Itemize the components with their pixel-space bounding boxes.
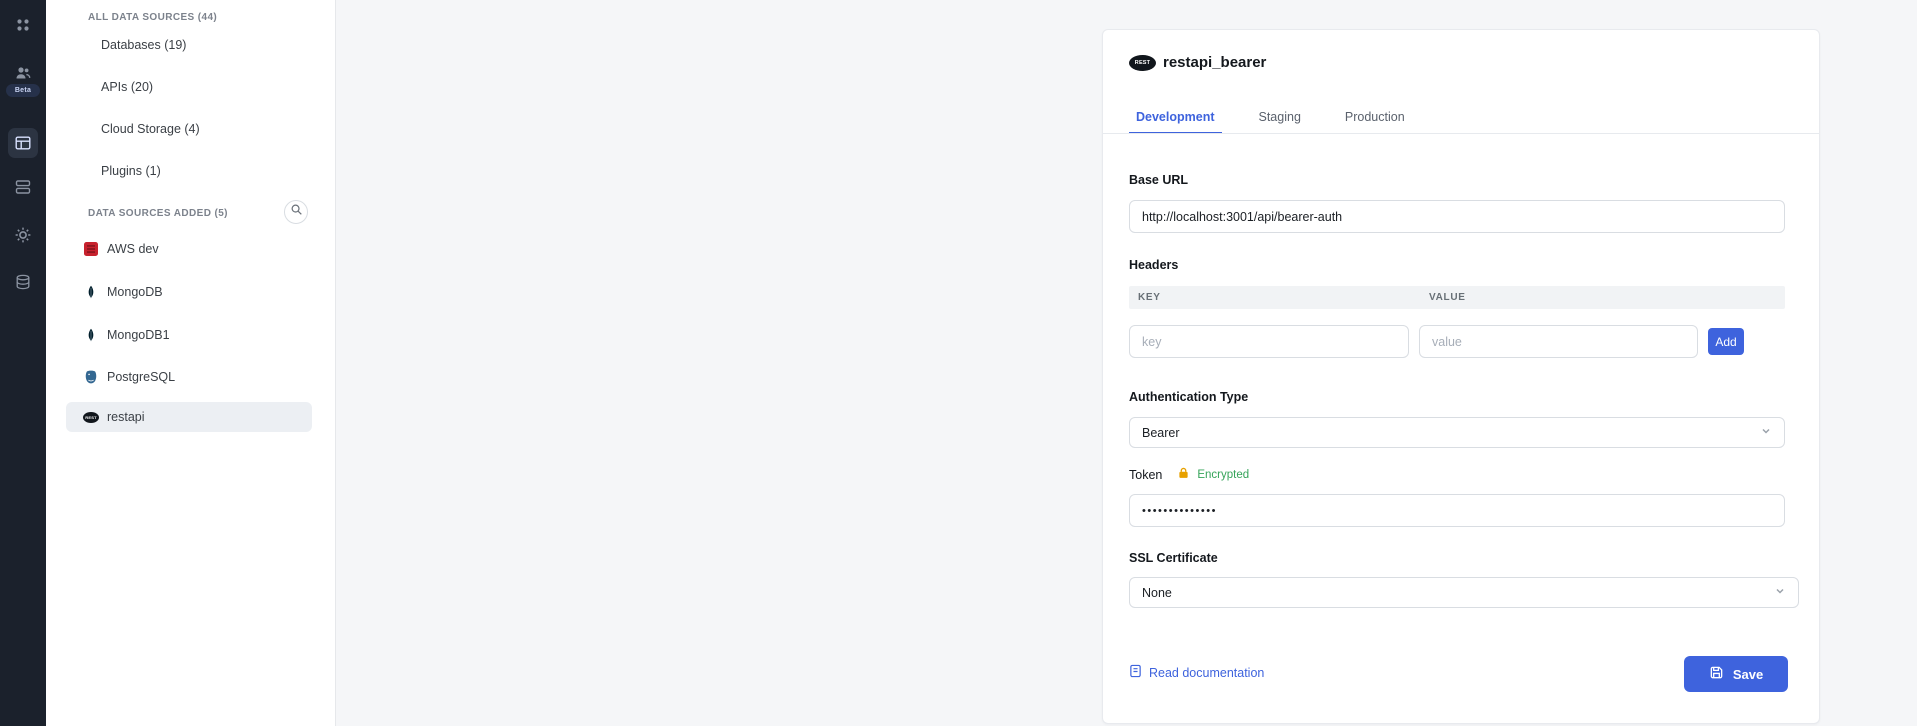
sidebar-item-label: Plugins (1) bbox=[101, 164, 161, 178]
sidebar-item-label: PostgreSQL bbox=[107, 370, 175, 384]
token-input[interactable] bbox=[1129, 494, 1785, 527]
section-title-data-sources-added: DATA SOURCES ADDED (5) bbox=[88, 198, 228, 228]
save-disk-icon bbox=[1709, 665, 1724, 683]
search-icon bbox=[290, 203, 303, 221]
sidebar-item-label: Cloud Storage (4) bbox=[101, 122, 200, 136]
sidebar-item-plugins[interactable]: Plugins (1) bbox=[66, 156, 312, 186]
sidebar-item-aws-dev[interactable]: AWS dev bbox=[66, 234, 312, 264]
base-url-input[interactable] bbox=[1129, 200, 1785, 233]
database-icon[interactable] bbox=[8, 267, 38, 297]
beta-badge: Beta bbox=[6, 84, 40, 97]
search-datasources-button[interactable] bbox=[284, 200, 308, 224]
authentication-type-select[interactable]: Bearer bbox=[1129, 417, 1785, 448]
authentication-type-value: Bearer bbox=[1142, 426, 1180, 440]
data-sources-icon[interactable] bbox=[8, 128, 38, 158]
save-button[interactable]: Save bbox=[1684, 656, 1788, 692]
rest-api-icon: REST bbox=[1129, 55, 1156, 71]
token-label-row: Token Encrypted bbox=[1129, 467, 1249, 483]
sidebar-item-databases[interactable]: Databases (19) bbox=[66, 30, 312, 60]
chevron-down-icon bbox=[1760, 425, 1772, 440]
save-button-label: Save bbox=[1733, 667, 1763, 682]
sidebar-item-label: APIs (20) bbox=[101, 80, 153, 94]
tabs-divider bbox=[1103, 133, 1819, 134]
document-icon bbox=[1129, 664, 1142, 681]
header-key-input[interactable] bbox=[1129, 325, 1409, 358]
environment-tabs: Development Staging Production bbox=[1129, 102, 1412, 134]
gear-icon[interactable] bbox=[8, 220, 38, 250]
tab-production[interactable]: Production bbox=[1338, 102, 1412, 134]
section-title-all-data-sources: ALL DATA SOURCES (44) bbox=[88, 2, 217, 32]
sidebar-item-restapi[interactable]: REST restapi bbox=[66, 402, 312, 432]
tab-development[interactable]: Development bbox=[1129, 102, 1222, 134]
sidebar-item-label: MongoDB bbox=[107, 285, 163, 299]
datasource-title: restapi_bearer bbox=[1163, 54, 1266, 71]
authentication-type-label: Authentication Type bbox=[1129, 390, 1248, 404]
read-documentation-label: Read documentation bbox=[1149, 666, 1264, 680]
sidebar-item-mongodb1[interactable]: MongoDB1 bbox=[66, 320, 312, 350]
token-label: Token bbox=[1129, 468, 1162, 482]
sidebar-item-apis[interactable]: APIs (20) bbox=[66, 72, 312, 102]
main-content: REST restapi_bearer Development Staging … bbox=[336, 0, 1917, 726]
aws-icon bbox=[83, 241, 99, 257]
mongodb-leaf-icon bbox=[83, 284, 99, 300]
chevron-down-icon bbox=[1774, 585, 1786, 600]
layers-icon[interactable] bbox=[8, 172, 38, 202]
datasource-sidebar: ALL DATA SOURCES (44) Databases (19) API… bbox=[46, 0, 336, 726]
sidebar-item-postgresql[interactable]: PostgreSQL bbox=[66, 362, 312, 392]
sidebar-item-cloud-storage[interactable]: Cloud Storage (4) bbox=[66, 114, 312, 144]
value-column-header: VALUE bbox=[1429, 286, 1466, 309]
base-url-label: Base URL bbox=[1129, 173, 1188, 187]
ssl-certificate-select[interactable]: None bbox=[1129, 577, 1799, 608]
postgresql-elephant-icon bbox=[83, 369, 99, 385]
encrypted-badge: Encrypted bbox=[1197, 469, 1249, 481]
header-value-input[interactable] bbox=[1419, 325, 1698, 358]
read-documentation-link[interactable]: Read documentation bbox=[1129, 664, 1264, 681]
key-column-header: KEY bbox=[1138, 286, 1161, 309]
headers-column-header: KEY VALUE bbox=[1129, 286, 1785, 309]
app-icon-rail: Beta bbox=[0, 0, 46, 726]
rest-api-icon: REST bbox=[83, 409, 99, 425]
sidebar-item-label: Databases (19) bbox=[101, 38, 186, 52]
add-header-button[interactable]: Add bbox=[1708, 328, 1744, 355]
sidebar-item-label: AWS dev bbox=[107, 242, 159, 256]
ssl-certificate-label: SSL Certificate bbox=[1129, 551, 1218, 565]
tab-staging[interactable]: Staging bbox=[1252, 102, 1308, 134]
ssl-certificate-value: None bbox=[1142, 586, 1172, 600]
mongodb-leaf-icon bbox=[83, 327, 99, 343]
apps-grid-icon[interactable] bbox=[8, 10, 38, 40]
sidebar-item-mongodb[interactable]: MongoDB bbox=[66, 277, 312, 307]
datasource-config-card: REST restapi_bearer Development Staging … bbox=[1102, 29, 1820, 724]
sidebar-item-label: restapi bbox=[107, 410, 145, 424]
sidebar-item-label: MongoDB1 bbox=[107, 328, 170, 342]
headers-label: Headers bbox=[1129, 258, 1178, 272]
lock-icon bbox=[1178, 466, 1189, 484]
